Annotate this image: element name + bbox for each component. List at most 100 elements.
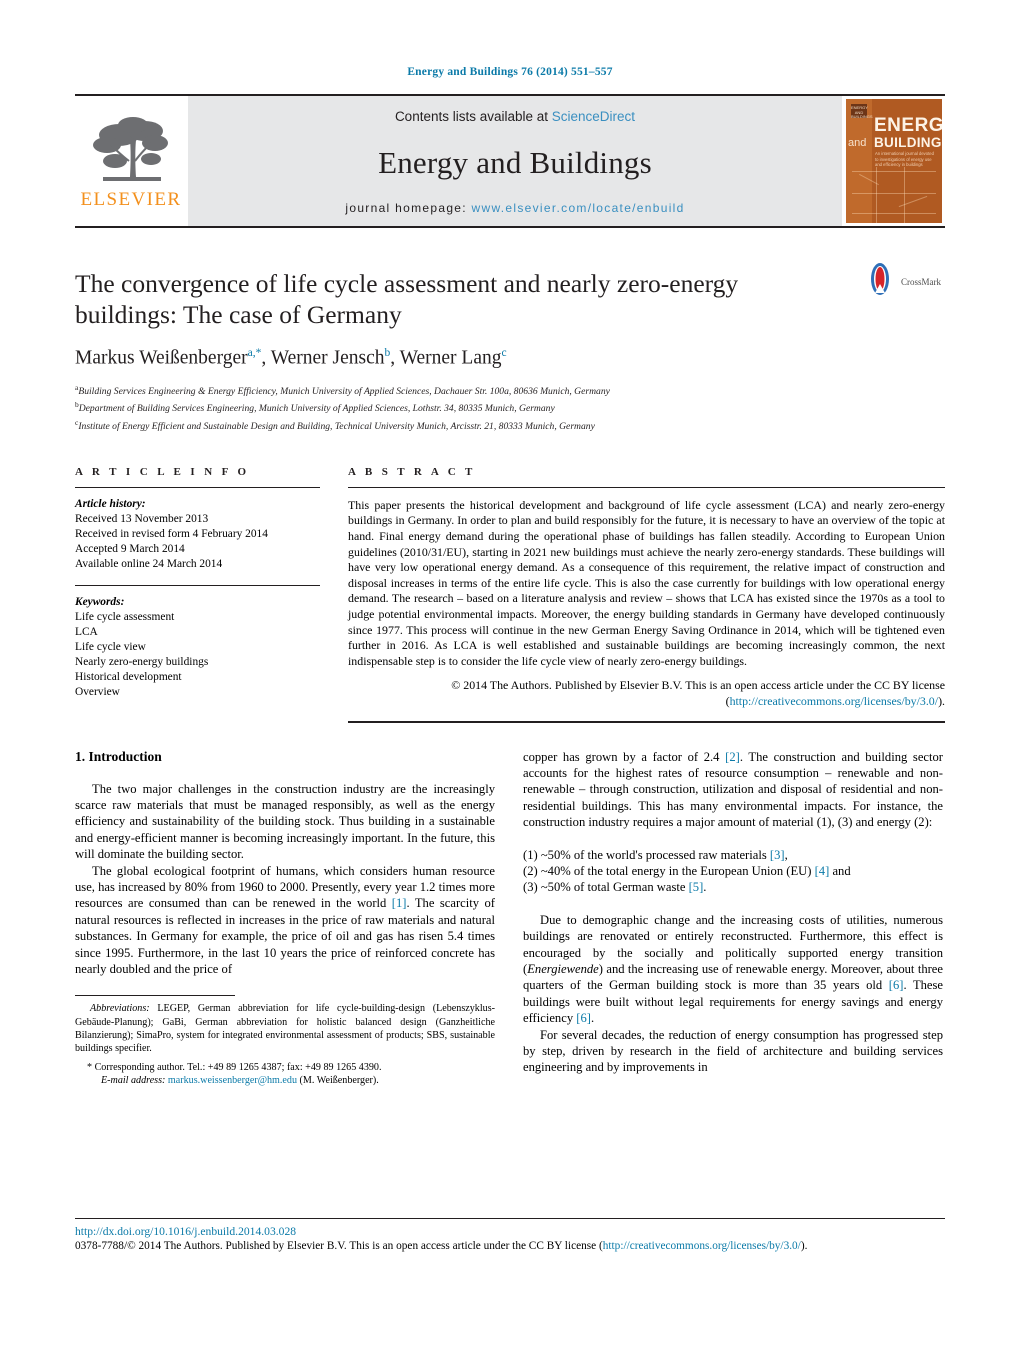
title-block: CrossMark The convergence of life cycle … [75, 263, 945, 434]
footnote-block: Abbreviations: LEGEP, German abbreviatio… [75, 995, 495, 1087]
citation-ref[interactable]: [6] [889, 978, 904, 992]
article-history-group: Article history: Received 13 November 20… [75, 497, 320, 572]
email-label: E-mail address: [101, 1075, 166, 1087]
crossmark-label: CrossMark [901, 276, 941, 287]
keyword-item: Life cycle view [75, 640, 146, 653]
abstract-text: This paper presents the historical devel… [348, 497, 945, 668]
elsevier-logo: ELSEVIER [75, 96, 187, 226]
section-heading-introduction: 1. Introduction [75, 748, 162, 764]
list-item: (3) ~50% of total German waste [5]. [523, 879, 943, 895]
footer-divider [75, 1218, 945, 1219]
journal-masthead: ELSEVIER Contents lists available at Sci… [75, 94, 945, 228]
paragraph: copper has grown by a factor of 2.4 [2].… [523, 749, 943, 831]
citation-ref[interactable]: [3] [770, 848, 785, 862]
cover-diagram [846, 167, 942, 223]
paragraph-part: . [590, 1011, 595, 1026]
crossmark-icon [863, 262, 897, 301]
keyword-item: LCA [75, 625, 98, 638]
history-item: Accepted 9 March 2014 [75, 542, 185, 555]
foreign-term: Energiewende [527, 962, 599, 977]
contents-prefix: Contents lists available at [394, 109, 552, 124]
body-column-right: copper has grown by a factor of 2.4 [2].… [523, 749, 943, 1088]
citation-ref[interactable]: [5] [689, 880, 704, 894]
issn-text-end: ). [800, 1240, 808, 1252]
footnote-divider [75, 995, 235, 997]
page-title: The convergence of life cycle assessment… [75, 269, 739, 329]
cover-art: ENERGY AND BUILDINGS and ENERGY BUILDING… [846, 99, 942, 223]
paper-page: Energy and Buildings 76 (2014) 551–557 E… [0, 0, 1020, 1351]
journal-cover-thumbnail: ENERGY AND BUILDINGS and ENERGY BUILDING… [843, 96, 945, 226]
list-item-suffix: . [703, 880, 707, 895]
cover-buildings-text: BUILDINGS [874, 135, 942, 150]
contents-available-line: Contents lists available at ScienceDirec… [395, 109, 635, 124]
corresponding-author-note: * Corresponding author. Tel.: +49 89 126… [75, 1061, 495, 1074]
keyword-item: Life cycle assessment [75, 610, 175, 623]
abstract-copyright: © 2014 The Authors. Published by Elsevie… [348, 678, 945, 709]
abbreviations-note: Abbreviations: LEGEP, German abbreviatio… [75, 1002, 495, 1055]
journal-homepage-line: journal homepage: www.elsevier.com/locat… [345, 201, 684, 215]
footer-license-link[interactable]: http://creativecommons.org/licenses/by/3… [603, 1240, 801, 1252]
abstract-heading: A B S T R A C T [348, 465, 476, 478]
affiliation-a: aBuilding Services Engineering & Energy … [75, 381, 945, 399]
email-link[interactable]: markus.weissenberger@hm.edu [168, 1075, 297, 1086]
keyword-item: Historical development [75, 670, 182, 683]
paragraph: The global ecological footprint of human… [75, 863, 495, 978]
list-item-suffix: and [829, 864, 851, 878]
copyright-text: © 2014 The Authors. Published by Elsevie… [451, 678, 945, 693]
list-item-prefix: (3) ~50% of total German waste [523, 880, 689, 895]
sciencedirect-link[interactable]: ScienceDirect [552, 109, 635, 124]
article-info-column: A R T I C L E I N F O Article history: R… [75, 466, 320, 723]
doi-link[interactable]: http://dx.doi.org/10.1016/j.enbuild.2014… [75, 1225, 945, 1238]
corresponding-author-text: Corresponding author. Tel.: +49 89 1265 … [94, 1062, 382, 1074]
history-item: Received 13 November 2013 [75, 512, 209, 525]
masthead-center: Contents lists available at ScienceDirec… [187, 96, 843, 226]
license-close: ). [938, 693, 945, 708]
paragraph: Due to demographic change and the increa… [523, 912, 943, 1027]
cover-energy-text: ENERGY [874, 115, 942, 136]
homepage-url-link[interactable]: www.elsevier.com/locate/enbuild [472, 201, 685, 215]
keyword-item: Nearly zero-energy buildings [75, 655, 209, 668]
affiliation-text-b: Department of Building Services Engineer… [78, 403, 555, 415]
history-item: Available online 24 March 2014 [75, 557, 223, 570]
page-footer: http://dx.doi.org/10.1016/j.enbuild.2014… [75, 1218, 945, 1252]
affiliation-text-c: Institute of Energy Efficient and Sustai… [78, 421, 595, 433]
paragraph-part: copper has grown by a factor of 2.4 [523, 749, 726, 764]
citation-ref[interactable]: [6] [576, 1011, 591, 1025]
paragraph: The two major challenges in the construc… [75, 781, 495, 862]
keywords-group: Keywords: Life cycle assessment LCA Life… [75, 595, 320, 700]
citation-ref[interactable]: [4] [815, 864, 830, 878]
author-list: Markus Weißenbergera,*, Werner Jenschb, … [75, 347, 507, 369]
journal-title: Energy and Buildings [378, 144, 652, 180]
cover-and-text: and [848, 137, 867, 149]
crossmark-badge[interactable]: CrossMark [863, 262, 945, 301]
homepage-label: journal homepage: [345, 201, 467, 215]
paragraph: For several decades, the reduction of en… [523, 1027, 943, 1075]
keyword-item: Overview [75, 685, 120, 698]
running-head: Energy and Buildings 76 (2014) 551–557 [407, 66, 613, 78]
list-item-suffix: , [784, 847, 788, 862]
abbreviations-label: Abbreviations: [90, 1003, 150, 1015]
abstract-column: A B S T R A C T This paper presents the … [348, 466, 945, 723]
citation-ref[interactable]: [1] [392, 896, 407, 910]
asterisk-marker: * [87, 1062, 93, 1074]
divider [75, 584, 320, 586]
list-item: (2) ~40% of the total energy in the Euro… [523, 863, 943, 879]
affiliation-b: bDepartment of Building Services Enginee… [75, 398, 945, 416]
article-history-title: Article history: [75, 497, 146, 510]
list-item: (1) ~50% of the world's processed raw ma… [523, 847, 943, 863]
history-item: Received in revised form 4 February 2014 [75, 527, 268, 540]
body-column-left: 1. Introduction The two major challenges… [75, 749, 495, 1088]
issn-text: 0378-7788/© 2014 The Authors. Published … [75, 1240, 603, 1252]
info-abstract-row: A R T I C L E I N F O Article history: R… [75, 466, 945, 723]
license-link[interactable]: http://creativecommons.org/licenses/by/3… [730, 694, 939, 708]
affiliation-list: aBuilding Services Engineering & Energy … [75, 381, 945, 434]
citation-ref[interactable]: [2] [725, 750, 740, 764]
divider [348, 720, 945, 723]
email-note: E-mail address: markus.weissenberger@hm.… [75, 1074, 495, 1087]
divider [348, 486, 945, 488]
list-item-prefix: (2) ~40% of the total energy in the Euro… [523, 864, 815, 878]
article-info-heading: A R T I C L E I N F O [75, 465, 250, 478]
keywords-title: Keywords: [75, 595, 125, 608]
divider [75, 486, 320, 488]
